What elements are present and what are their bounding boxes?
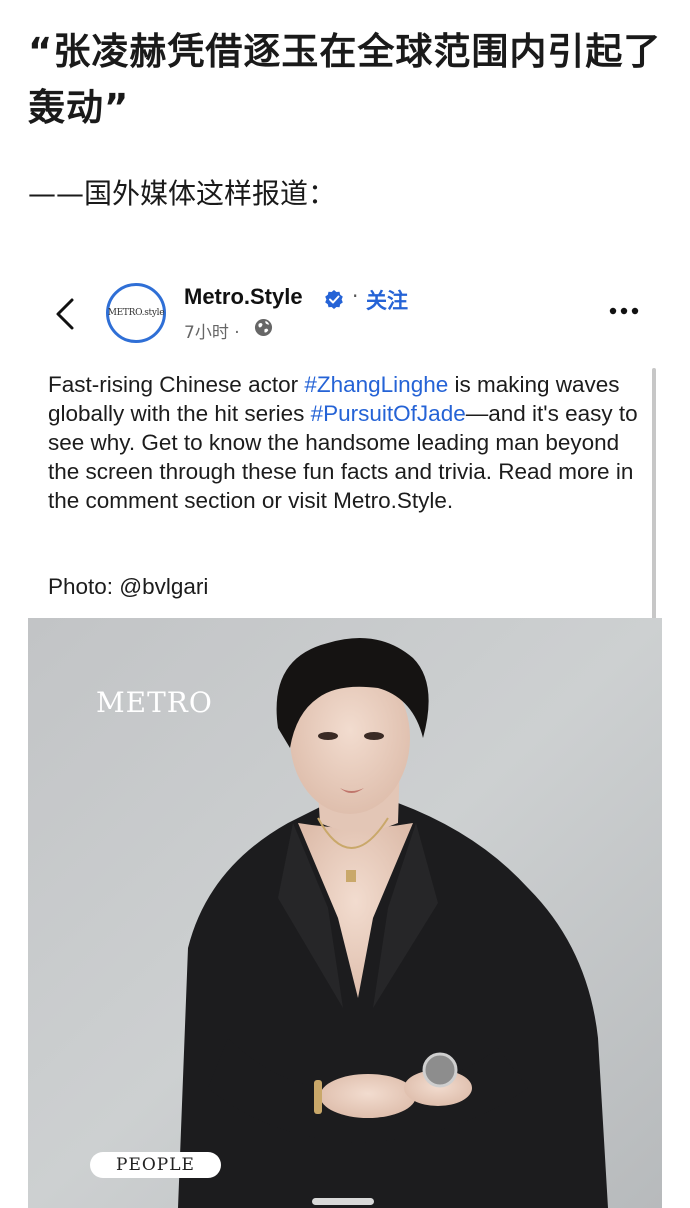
page-name[interactable]: Metro.Style (184, 284, 303, 310)
more-dots-icon[interactable] (608, 306, 640, 316)
globe-icon (254, 318, 273, 337)
post-text-part: Fast-rising Chinese actor (48, 372, 305, 397)
hashtag-link[interactable]: #ZhangLinghe (304, 372, 448, 397)
article-headline: “张凌赫凭借逐玉在全球范围内引起了轰动” (28, 30, 662, 129)
header-separator: · (352, 284, 359, 308)
follow-button[interactable]: 关注 (366, 285, 408, 315)
photo-credit: Photo: @bvlgari (48, 574, 209, 599)
avatar[interactable]: METRO.style (106, 283, 166, 343)
people-badge: PEOPLE (90, 1152, 221, 1178)
chevron-left-icon[interactable] (52, 294, 80, 334)
post-timestamp: 7小时 · (184, 323, 240, 343)
post-card: METRO.style Metro.Style · 关注 7小时 · Fast-… (28, 258, 662, 1208)
article-subline: ——国外媒体这样报道： (28, 177, 337, 210)
image-metro-logo: METRO (96, 686, 213, 719)
avatar-logo-text: METRO.style (107, 308, 165, 318)
home-indicator (312, 1198, 374, 1205)
verified-badge-icon (325, 290, 343, 309)
post-body: Fast-rising Chinese actor #ZhangLinghe i… (48, 370, 648, 515)
hashtag-link[interactable]: #PursuitOfJade (311, 401, 466, 426)
